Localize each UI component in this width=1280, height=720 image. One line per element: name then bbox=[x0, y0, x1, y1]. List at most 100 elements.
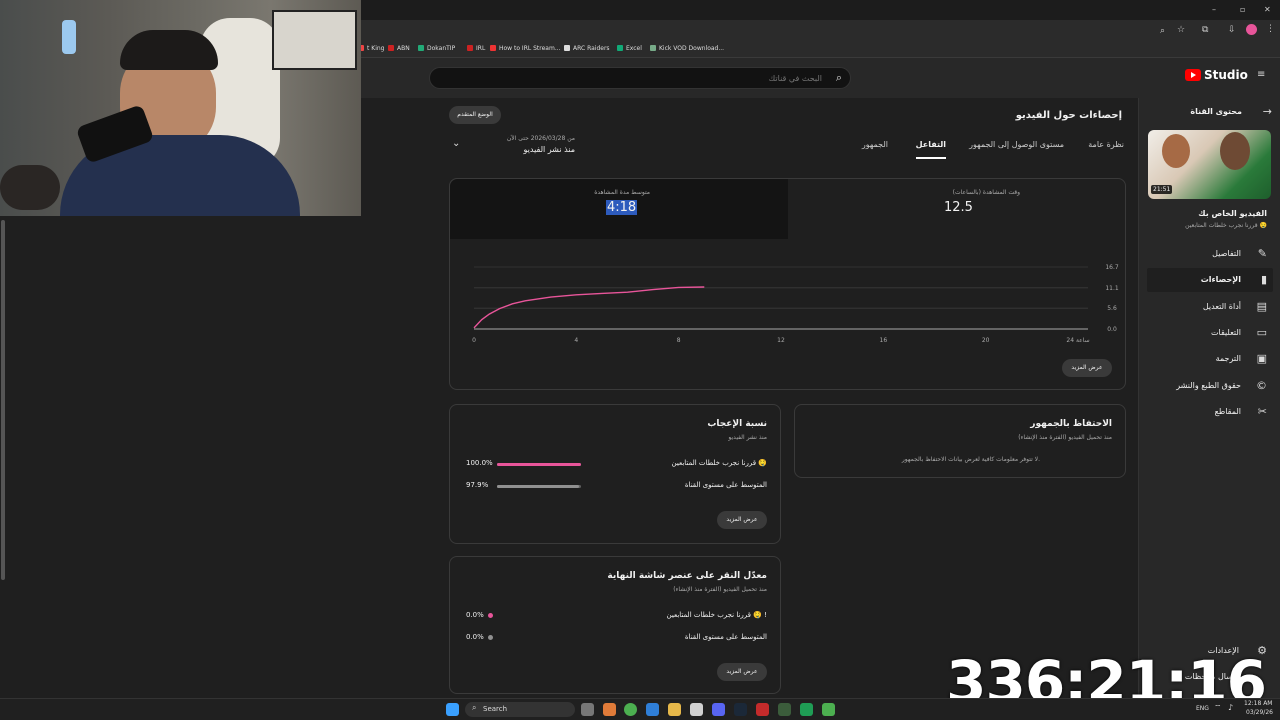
sidebar-item-label: الإحصاءات bbox=[1200, 275, 1241, 285]
extensions-icon[interactable]: ⧉ bbox=[1202, 25, 1208, 35]
endscreen-more-button[interactable]: عرض المزيد bbox=[717, 663, 767, 681]
maximize-button[interactable]: ▫ bbox=[1240, 5, 1245, 14]
bookmark-favicon-icon bbox=[388, 45, 394, 51]
bookmark-item[interactable]: ARC Raiders bbox=[564, 45, 610, 52]
chart-more-button[interactable]: عرض المزيد bbox=[1062, 359, 1112, 377]
steam-icon[interactable] bbox=[734, 703, 747, 716]
hamburger-menu-icon[interactable]: ≡ bbox=[1257, 70, 1268, 80]
sidebar-item-3[interactable]: ▭ التعليقات bbox=[1147, 321, 1273, 345]
discord-icon[interactable] bbox=[712, 703, 725, 716]
engagement-chart-card: متوسط مدة المشاهدة 4:18 وقت المشاهدة (با… bbox=[449, 178, 1126, 390]
engagement-line-chart[interactable]: 0.0 5.6 11.1 16.7 0 4 8 12 16 20 24 ساعة bbox=[464, 261, 1124, 347]
x-tick-label: 8 bbox=[677, 337, 681, 344]
avg-duration-value: 4:18 bbox=[606, 200, 638, 215]
clock-time[interactable]: 12:18 AM bbox=[1244, 700, 1272, 707]
search-input[interactable] bbox=[482, 72, 822, 85]
bookmark-label: IRL bbox=[476, 45, 486, 52]
bookmark-item[interactable]: Excel bbox=[617, 45, 642, 52]
tab-2[interactable]: التفاعل bbox=[915, 140, 946, 159]
bookmark-label: DokanTIP bbox=[427, 45, 456, 52]
sidebar-item-label: التفاصيل bbox=[1212, 249, 1241, 258]
profile-avatar[interactable] bbox=[1246, 24, 1257, 35]
y-tick-label: 16.7 bbox=[1105, 264, 1119, 271]
bookmark-favicon-icon bbox=[564, 45, 570, 51]
avg-duration-tile[interactable]: متوسط مدة المشاهدة 4:18 bbox=[450, 179, 788, 239]
sidebar-item-1[interactable]: ▮ الإحصاءات bbox=[1147, 268, 1273, 293]
like-ratio-more-button[interactable]: عرض المزيد bbox=[717, 511, 767, 529]
bookmark-star-icon[interactable]: ☆ bbox=[1177, 25, 1185, 35]
taskbar-search[interactable]: ⌕ Search bbox=[465, 702, 575, 717]
watch-time-label: وقت المشاهدة (بالساعات) bbox=[952, 189, 1020, 196]
metric-row-value: 0.0% bbox=[466, 611, 484, 619]
pencil-icon: ✎ bbox=[1257, 247, 1267, 260]
bookmark-item[interactable]: t King bbox=[358, 45, 384, 52]
sidebar-item-0[interactable]: ✎ التفاصيل bbox=[1147, 242, 1273, 266]
task-view-icon[interactable] bbox=[581, 703, 594, 716]
tab-1[interactable]: مستوى الوصول إلى الجمهور bbox=[969, 140, 1064, 157]
like-ratio-subtitle: منذ نشر الفيديو bbox=[728, 434, 767, 441]
sidebar-item-5[interactable]: © حقوق الطبع والنشر bbox=[1147, 374, 1273, 398]
excel-icon[interactable] bbox=[800, 703, 813, 716]
x-tick-label: 4 bbox=[574, 337, 578, 344]
copilot-icon[interactable] bbox=[603, 703, 616, 716]
language-indicator[interactable]: ENG bbox=[1196, 705, 1209, 712]
scrollbar[interactable] bbox=[1, 220, 5, 580]
search-bar[interactable]: ⌕ bbox=[429, 67, 851, 89]
clock-date[interactable]: 03/29/26 bbox=[1246, 709, 1273, 716]
bookmark-item[interactable]: Kick VOD Download... bbox=[650, 45, 724, 52]
taskbar-search-label: Search bbox=[483, 705, 508, 713]
search-icon[interactable]: ⌕ bbox=[836, 71, 842, 85]
bookmark-item[interactable]: IRL bbox=[467, 45, 485, 52]
chart-series-line[interactable] bbox=[473, 286, 705, 329]
sidebar-item-label: الترجمة bbox=[1215, 354, 1241, 364]
subtitles-icon: ▣ bbox=[1256, 352, 1267, 366]
windows-start-icon[interactable] bbox=[446, 703, 459, 716]
bookmark-item[interactable]: ABN bbox=[388, 45, 410, 52]
chevron-down-icon[interactable]: ⌄ bbox=[452, 138, 460, 149]
y-tick-label: 5.6 bbox=[1107, 305, 1117, 312]
minecraft-icon[interactable] bbox=[822, 703, 835, 716]
back-to-content[interactable]: → محتوى القناة bbox=[1150, 105, 1276, 120]
watch-time-tile[interactable]: وقت المشاهدة (بالساعات) 12.5 bbox=[788, 179, 1126, 239]
studio-logo-text[interactable]: Studio bbox=[1204, 68, 1248, 82]
edge-icon[interactable] bbox=[646, 703, 659, 716]
obs-icon[interactable] bbox=[756, 703, 769, 716]
bookmark-favicon-icon bbox=[490, 45, 496, 51]
date-range-value[interactable]: منذ نشر الفيديو bbox=[470, 145, 575, 154]
avg-duration-label: متوسط مدة المشاهدة bbox=[594, 189, 650, 196]
browser-menu-icon[interactable]: ⋮ bbox=[1266, 24, 1275, 34]
video-thumbnail[interactable]: 21:51 bbox=[1148, 130, 1271, 199]
sidebar-item-2[interactable]: ▤ أداة التعديل bbox=[1147, 295, 1273, 319]
comments-icon: ▭ bbox=[1256, 325, 1267, 339]
advanced-mode-button[interactable]: الوضع المتقدم bbox=[449, 106, 501, 124]
y-tick-label: 0.0 bbox=[1107, 326, 1117, 333]
wifi-icon[interactable]: ⌔ bbox=[1214, 703, 1222, 713]
x-tick-label: 16 bbox=[880, 337, 888, 344]
bookmark-favicon-icon bbox=[418, 45, 424, 51]
file-explorer-icon[interactable] bbox=[668, 703, 681, 716]
bookmark-item[interactable]: How to IRL Stream... bbox=[490, 45, 561, 52]
bookmark-item[interactable]: DokanTIP bbox=[418, 45, 455, 52]
back-label: محتوى القناة bbox=[1190, 107, 1242, 116]
chrome-icon[interactable] bbox=[624, 703, 637, 716]
sidebar-item-4[interactable]: ▣ الترجمة bbox=[1147, 347, 1273, 371]
volume-icon[interactable]: ♪ bbox=[1228, 703, 1233, 712]
zoom-icon[interactable]: ⌕ bbox=[1160, 26, 1165, 36]
metric-row-value: 0.0% bbox=[466, 633, 484, 641]
downloads-icon[interactable]: ⇩ bbox=[1228, 25, 1236, 35]
sidebar-item-6[interactable]: ✂ المقاطع bbox=[1147, 400, 1273, 424]
metric-row-value: 97.9% bbox=[466, 481, 489, 489]
bookmark-label: How to IRL Stream... bbox=[499, 45, 561, 52]
sidebar-item-label: أداة التعديل bbox=[1202, 301, 1241, 311]
notepad-icon[interactable] bbox=[690, 703, 703, 716]
page-title: إحصاءات حول الفيديو bbox=[1015, 110, 1122, 121]
x-tick-label: 0 bbox=[472, 337, 476, 344]
youtube-logo-icon[interactable] bbox=[1185, 69, 1201, 81]
analytics-icon: ▮ bbox=[1260, 273, 1267, 287]
minimize-button[interactable]: – bbox=[1212, 5, 1216, 14]
x-tick-label: 12 bbox=[777, 337, 785, 344]
tab-3[interactable]: الجمهور bbox=[862, 140, 888, 157]
app-icon[interactable] bbox=[778, 703, 791, 716]
tab-0[interactable]: نظرة عامة bbox=[1088, 140, 1124, 157]
close-window-button[interactable]: ✕ bbox=[1264, 5, 1271, 14]
